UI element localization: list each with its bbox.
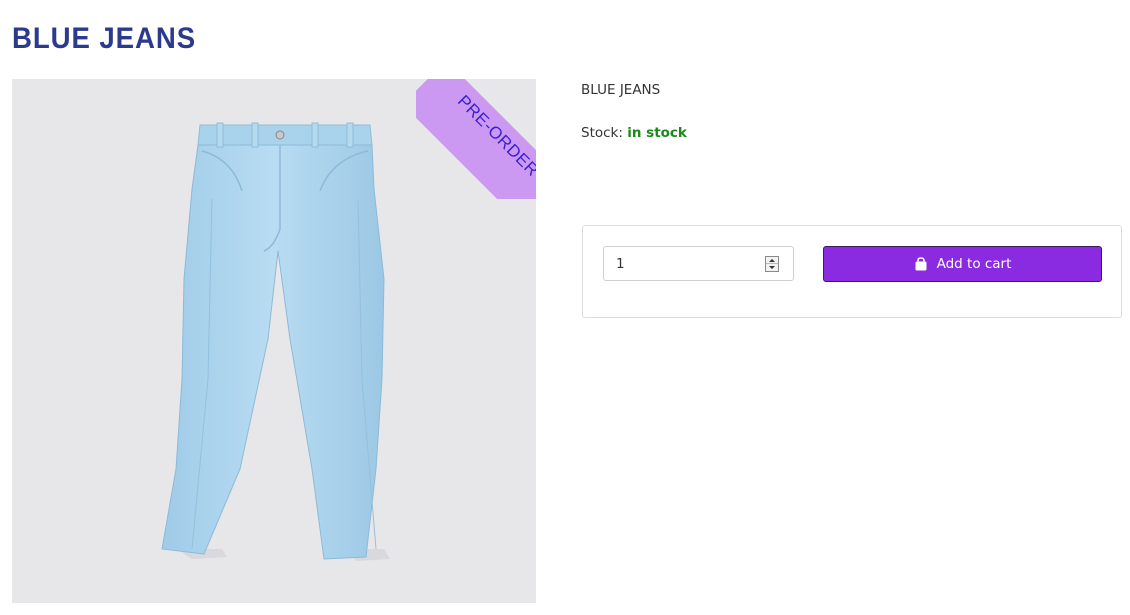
shopping-bag-icon xyxy=(914,257,928,271)
quantity-increment-button[interactable] xyxy=(766,257,778,264)
pre-order-label: PRE-ORDER xyxy=(416,79,536,199)
product-image[interactable]: PRE-ORDER xyxy=(12,79,536,603)
arrow-up-icon xyxy=(769,258,775,262)
quantity-decrement-button[interactable] xyxy=(766,264,778,271)
stock-status: in stock xyxy=(627,125,687,141)
pre-order-ribbon: PRE-ORDER xyxy=(416,79,536,199)
add-to-cart-label: Add to cart xyxy=(936,256,1012,272)
quantity-field[interactable] xyxy=(604,247,764,280)
add-to-cart-button[interactable]: Add to cart xyxy=(823,246,1102,282)
quantity-spinner[interactable] xyxy=(765,256,779,272)
stock-info: Stock: in stock xyxy=(581,125,687,141)
page-title: BLUE JEANS xyxy=(12,22,197,55)
arrow-down-icon xyxy=(769,266,775,269)
product-name: BLUE JEANS xyxy=(581,82,661,98)
stock-label: Stock: xyxy=(581,125,623,141)
quantity-stepper[interactable] xyxy=(603,246,794,281)
add-to-cart-form: Add to cart xyxy=(582,225,1122,318)
